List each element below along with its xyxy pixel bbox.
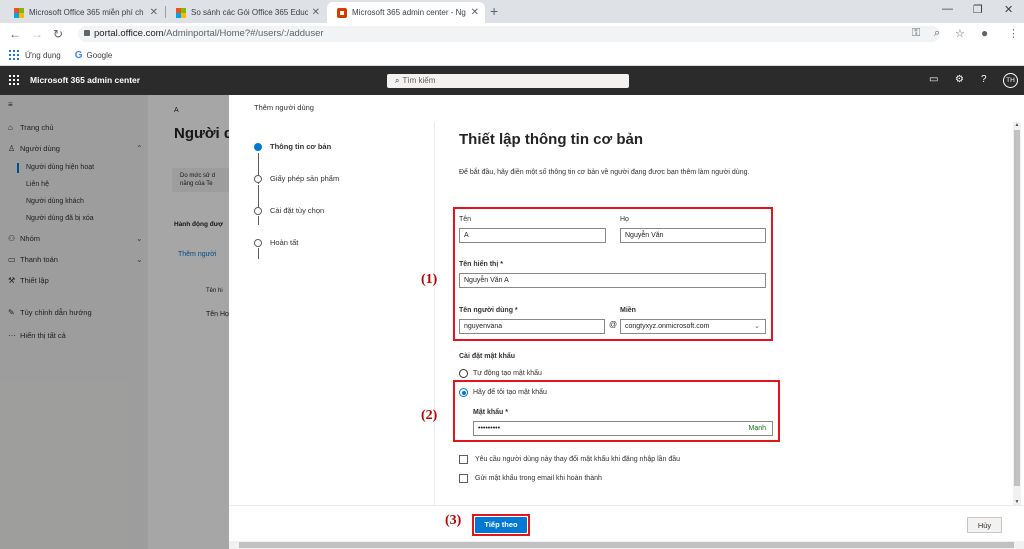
tab-title: Microsoft Office 365 miễn phí ch <box>29 8 144 17</box>
profile-icon[interactable]: ● <box>981 26 988 40</box>
message-icon[interactable]: ▭ <box>929 74 938 85</box>
tab-title: Microsoft 365 admin center - Ng <box>352 8 466 17</box>
bookmark-apps[interactable]: Ứng dụng <box>25 51 61 60</box>
form-intro: Để bắt đầu, hãy điền một số thông tin cơ… <box>459 169 750 176</box>
annotation-box-1 <box>453 207 773 341</box>
lock-icon[interactable] <box>84 30 90 36</box>
annotation-label-3: (3) <box>445 513 462 528</box>
apps-grid-icon <box>9 50 19 60</box>
annotation-label-2: (2) <box>421 408 438 423</box>
close-window-icon[interactable]: ✕ <box>1004 3 1013 16</box>
microsoft-logo-icon <box>14 7 24 18</box>
gear-icon[interactable]: ⚙ <box>955 74 964 85</box>
url-path: /Adminportal/Home?#/users/:/adduser <box>163 28 324 39</box>
step-label: Cài đặt tùy chọn <box>270 206 325 215</box>
browser-tab[interactable]: Microsoft Office 365 miễn phí ch ✕ <box>4 2 164 23</box>
search-icon: ⌕ <box>395 76 400 85</box>
horizontal-scrollbar[interactable] <box>229 541 1024 549</box>
step-dot-active <box>254 142 262 151</box>
new-tab-icon[interactable]: + <box>490 3 498 19</box>
panel-footer: Tiếp theo Hủy <box>229 505 1024 541</box>
annotation-box-3 <box>472 514 530 536</box>
step-dot <box>254 174 262 183</box>
help-icon[interactable]: ? <box>981 74 987 85</box>
close-tab-icon[interactable]: ✕ <box>471 7 479 18</box>
scroll-up-icon[interactable]: ▲ <box>1013 122 1021 128</box>
maximize-icon[interactable]: ❐ <box>973 3 983 16</box>
menu-icon[interactable]: ⋮ <box>1008 27 1019 40</box>
basics-form: Thiết lập thông tin cơ bản Để bắt đầu, h… <box>435 122 1013 505</box>
search-input[interactable]: ⌕ Tìm kiếm <box>387 74 629 88</box>
office-logo-icon <box>337 7 347 18</box>
m365-header: Microsoft 365 admin center ⌕ Tìm kiếm ▭ ⚙… <box>0 66 1024 95</box>
step-label: Hoàn tất <box>270 238 299 247</box>
step-label: Thông tin cơ bản <box>270 142 332 151</box>
close-tab-icon[interactable]: ✕ <box>312 7 320 18</box>
step-dot <box>254 206 262 215</box>
add-user-panel: Thêm người dùng Thông tin cơ bản Giấy ph… <box>229 95 1024 549</box>
browser-tab[interactable]: So sánh các Gói Office 365 Educa ✕ <box>166 2 326 23</box>
url-host: portal.office.com <box>94 28 164 39</box>
cancel-button[interactable]: Hủy <box>967 517 1002 533</box>
url-field[interactable]: portal.office.com/Adminportal/Home?#/use… <box>78 26 940 42</box>
email-password-checkbox[interactable] <box>459 474 468 483</box>
microsoft-logo-icon <box>176 7 186 18</box>
step-label: Giấy phép sản phẩm <box>270 174 340 183</box>
step-optional-settings[interactable]: Cài đặt tùy chọn <box>254 206 324 215</box>
zoom-icon[interactable]: ⌕ <box>934 27 940 40</box>
app-launcher-icon[interactable] <box>9 75 19 85</box>
step-finish[interactable]: Hoàn tất <box>254 238 298 247</box>
vertical-scrollbar[interactable]: ▲ ▼ <box>1013 122 1021 505</box>
step-connector <box>258 248 259 259</box>
forward-icon[interactable]: → <box>31 27 43 41</box>
bookmarks-bar: Ứng dụng G Google <box>0 45 1024 66</box>
minimize-icon[interactable]: — <box>942 3 953 15</box>
star-icon[interactable]: ☆ <box>955 27 965 40</box>
app-title[interactable]: Microsoft 365 admin center <box>30 75 140 85</box>
close-tab-icon[interactable]: ✕ <box>150 7 158 18</box>
step-licenses[interactable]: Giấy phép sản phẩm <box>254 174 339 183</box>
avatar[interactable]: TH <box>1003 73 1018 88</box>
form-heading: Thiết lập thông tin cơ bản <box>459 131 643 148</box>
browser-tab-strip: Microsoft Office 365 miễn phí ch ✕ So sá… <box>0 0 1024 23</box>
auto-password-label: Tự động tạo mật khẩu <box>473 370 542 377</box>
password-settings-label: Cài đặt mật khẩu <box>459 353 516 360</box>
step-basics[interactable]: Thông tin cơ bản <box>254 142 331 151</box>
step-connector <box>258 185 259 208</box>
scroll-thumb[interactable] <box>239 542 1014 548</box>
email-password-label: Gửi mật khẩu trong email khi hoàn thành <box>475 475 602 482</box>
scroll-thumb[interactable] <box>1014 130 1020 486</box>
search-placeholder: Tìm kiếm <box>402 76 436 85</box>
annotation-label-1: (1) <box>421 272 438 287</box>
step-connector <box>258 216 259 225</box>
wizard-steps: Thông tin cơ bản Giấy phép sản phẩm Cài … <box>229 122 434 505</box>
browser-tab-active[interactable]: Microsoft 365 admin center - Ng ✕ <box>327 2 485 23</box>
back-icon[interactable]: ← <box>9 27 21 41</box>
address-bar-row: ← → ↻ portal.office.com/Adminportal/Home… <box>0 23 1024 45</box>
annotation-box-2 <box>453 380 780 442</box>
step-dot <box>254 238 262 247</box>
auto-password-radio[interactable] <box>459 369 468 378</box>
bookmark-google[interactable]: Google <box>87 51 113 60</box>
key-icon[interactable]: ⚿ <box>912 27 920 40</box>
panel-title: Thêm người dùng <box>254 103 314 112</box>
google-icon: G <box>74 49 83 61</box>
reload-icon[interactable]: ↻ <box>53 27 63 41</box>
require-change-label: Yêu cầu người dùng này thay đổi mật khẩu… <box>475 456 681 463</box>
require-change-checkbox[interactable] <box>459 455 468 464</box>
tab-title: So sánh các Gói Office 365 Educa <box>191 8 308 17</box>
